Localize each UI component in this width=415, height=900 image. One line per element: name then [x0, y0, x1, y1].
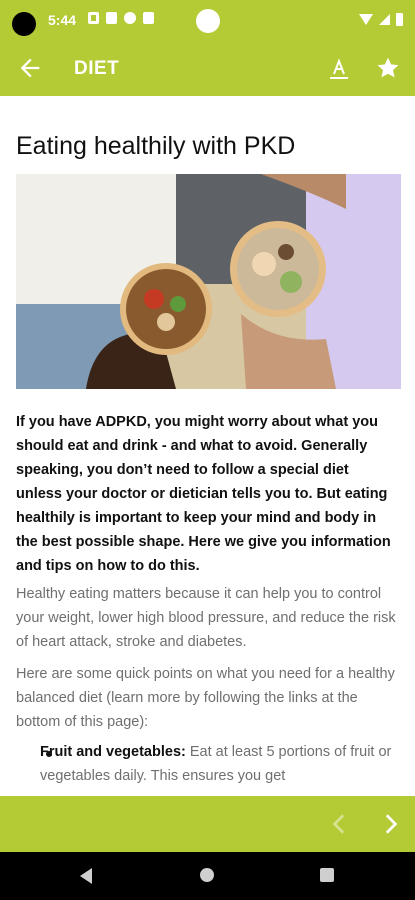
next-article-button[interactable]: [377, 810, 403, 838]
front-camera: [196, 9, 220, 33]
favorite-button[interactable]: [375, 55, 401, 81]
signal-icon: [379, 14, 390, 25]
previous-article-button[interactable]: [327, 810, 353, 838]
system-nav-bar: [0, 852, 415, 900]
system-home-icon[interactable]: [200, 868, 214, 882]
system-recents-icon[interactable]: [320, 868, 334, 882]
back-button[interactable]: [16, 54, 44, 82]
app-screen: 5:44 DIET Eating healthily with PKD If y…: [0, 0, 415, 900]
notification-icon: [106, 12, 117, 24]
article-title: Eating healthily with PKD: [16, 132, 296, 160]
bullet-label: Fruit and vegetables:: [40, 744, 186, 760]
arrow-left-icon: [20, 58, 40, 78]
sd-card-icon: [143, 12, 154, 24]
system-status-icons: [359, 13, 403, 26]
chevron-right-icon: [385, 814, 398, 834]
text-size-button[interactable]: [327, 56, 351, 82]
article-intro: If you have ADPKD, you might worry about…: [16, 414, 391, 574]
list-item: Fruit and vegetables: Eat at least 5 por…: [40, 740, 395, 788]
article-paragraph: Here are some quick points on what you n…: [16, 666, 395, 730]
battery-icon: [396, 13, 403, 26]
notification-icons: [88, 12, 154, 28]
notification-icon: [124, 12, 136, 24]
status-bar: 5:44: [0, 0, 415, 42]
article-hero-image: [16, 174, 401, 389]
page-title: DIET: [74, 58, 120, 79]
food-bowls-photo: [16, 174, 401, 389]
article-paragraph: Healthy eating matters because it can he…: [16, 586, 396, 650]
camera-cutout: [12, 12, 36, 36]
system-back-icon[interactable]: [80, 868, 92, 884]
app-bar: DIET: [0, 42, 415, 96]
status-time: 5:44: [48, 12, 77, 28]
chevron-left-icon: [332, 814, 345, 834]
star-icon: [377, 57, 399, 78]
article-content[interactable]: Eating healthily with PKD If you have AD…: [0, 96, 415, 796]
notification-icon: [88, 12, 99, 24]
article-nav-bar: [0, 796, 415, 852]
text-size-icon: [330, 58, 348, 79]
wifi-icon: [359, 14, 373, 25]
